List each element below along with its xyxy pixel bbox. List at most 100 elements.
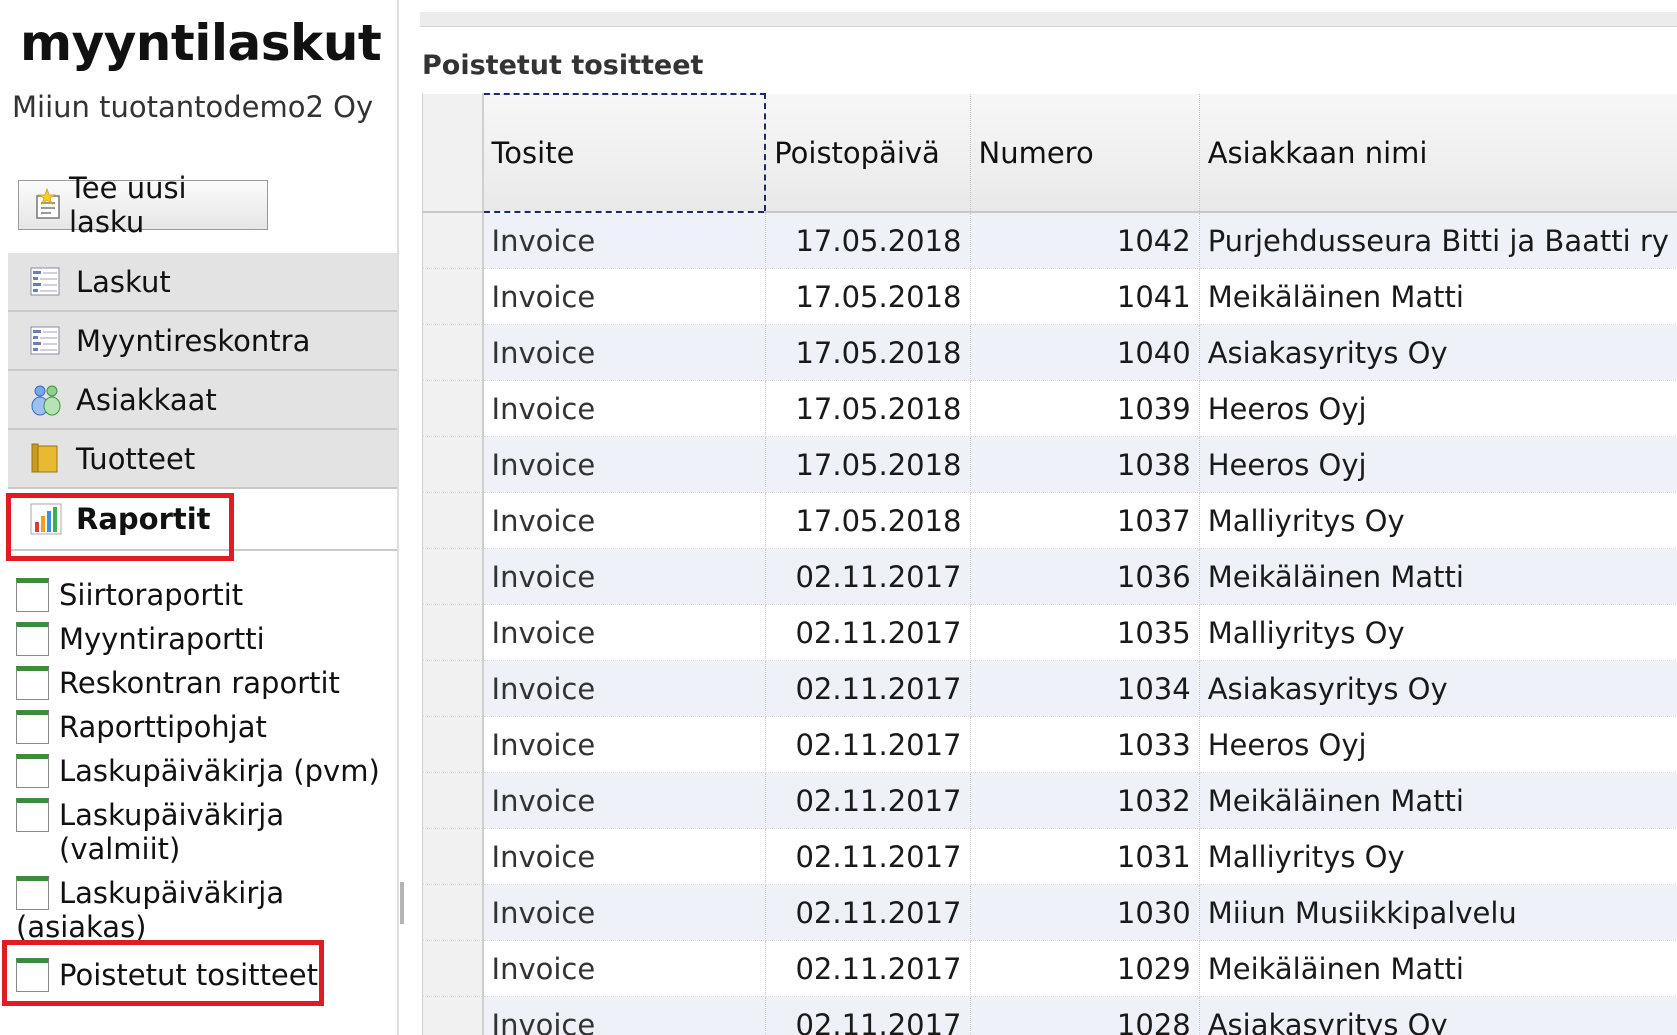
people-icon [28,382,64,418]
sidebar-divider [397,0,399,1035]
row-header-corner [423,94,484,213]
report-link[interactable]: Siirtoraportit [16,578,396,612]
table-row[interactable]: Invoice 02.11.2017 1034 Asiakasyritys Oy [423,660,1677,717]
report-link[interactable]: Raporttipohjat [16,710,396,744]
table-row[interactable]: Invoice 02.11.2017 1031 Malliyritys Oy [423,828,1677,885]
cell-numero: 1031 [970,828,1200,885]
table-row[interactable]: Invoice 17.05.2018 1042 Purjehdusseura Bitt… [423,212,1677,269]
column-header-poistopaiva[interactable]: Poistopäivä [765,94,971,213]
cell-numero: 1030 [970,884,1200,941]
cell-tosite: Invoice [482,996,766,1035]
cell-asiakkaan-nimi: Asiakasyritys Oy [1199,996,1677,1035]
column-header-numero[interactable]: Numero [970,94,1200,213]
nav-item-raportit[interactable]: Raportit [8,489,398,551]
row-selector[interactable] [423,380,484,437]
bar-chart-icon [28,501,64,537]
cell-numero: 1033 [970,716,1200,773]
table-row[interactable]: Invoice 17.05.2018 1038 Heeros Oyj [423,436,1677,493]
table-row[interactable]: Invoice 02.11.2017 1032 Meikäläinen Matti [423,772,1677,829]
table-row[interactable]: Invoice 17.05.2018 1041 Meikäläinen Matti [423,268,1677,325]
table-row[interactable]: Invoice 17.05.2018 1039 Heeros Oyj [423,380,1677,437]
row-selector[interactable] [423,604,484,661]
table-row[interactable]: Invoice 02.11.2017 1036 Meikäläinen Matti [423,548,1677,605]
report-link-label: Reskontran raportit [59,666,340,700]
page-title: Poistetut tositteet [422,50,704,81]
spreadsheet-icon [16,622,49,656]
table-row[interactable]: Invoice 02.11.2017 1035 Malliyritys Oy [423,604,1677,661]
report-link[interactable]: Laskupäiväkirja (valmiit) [16,798,396,866]
cell-poistopaiva: 17.05.2018 [765,492,971,549]
table-row[interactable]: Invoice 17.05.2018 1037 Malliyritys Oy [423,492,1677,549]
row-selector[interactable] [423,324,484,381]
cell-poistopaiva: 02.11.2017 [765,716,971,773]
row-selector[interactable] [423,996,484,1035]
row-selector[interactable] [423,212,484,269]
spreadsheet-icon [16,798,49,832]
report-link-label: Laskupäiväkirja (pvm) [59,754,380,788]
cell-poistopaiva: 02.11.2017 [765,828,971,885]
cell-tosite: Invoice [482,940,766,997]
report-link[interactable]: Poistetut tositteet [16,958,396,992]
row-selector[interactable] [423,828,484,885]
sidebar-resize-handle[interactable] [400,882,404,924]
cell-tosite: Invoice [482,828,766,885]
row-selector[interactable] [423,660,484,717]
new-document-icon [33,187,67,222]
row-selector[interactable] [423,884,484,941]
report-link[interactable]: Reskontran raportit [16,666,396,700]
row-selector[interactable] [423,268,484,325]
cell-numero: 1034 [970,660,1200,717]
cell-numero: 1032 [970,772,1200,829]
cell-asiakkaan-nimi: Malliyritys Oy [1199,492,1677,549]
cell-asiakkaan-nimi: Malliyritys Oy [1199,604,1677,661]
nav-item-tuotteet[interactable]: Tuotteet [8,430,398,489]
nav-item-label: Asiakkaat [76,382,217,417]
cell-asiakkaan-nimi: Miiun Musiikkipalvelu [1199,884,1677,941]
cell-asiakkaan-nimi: Meikäläinen Matti [1199,268,1677,325]
report-link[interactable]: Laskupäiväkirja (asiakas) [16,876,396,944]
cell-asiakkaan-nimi: Meikäläinen Matti [1199,772,1677,829]
row-selector[interactable] [423,548,484,605]
report-link[interactable]: Laskupäiväkirja (pvm) [16,754,396,788]
cell-poistopaiva: 02.11.2017 [765,604,971,661]
table-row[interactable]: Invoice 17.05.2018 1040 Asiakasyritys Oy [423,324,1677,381]
cell-numero: 1039 [970,380,1200,437]
cell-tosite: Invoice [482,492,766,549]
cell-numero: 1028 [970,996,1200,1035]
nav-item-myyntireskontra[interactable]: Myyntireskontra [8,312,398,371]
cell-asiakkaan-nimi: Malliyritys Oy [1199,828,1677,885]
cell-poistopaiva: 17.05.2018 [765,212,971,269]
report-link-label: Laskupäiväkirja (asiakas) [16,876,285,944]
table-row[interactable]: Invoice 02.11.2017 1028 Asiakasyritys Oy [423,996,1677,1035]
report-link-label: Laskupäiväkirja (valmiit) [59,798,285,866]
row-selector[interactable] [423,436,484,493]
table-row[interactable]: Invoice 02.11.2017 1033 Heeros Oyj [423,716,1677,773]
column-header-tosite[interactable]: Tosite [481,93,767,213]
cell-tosite: Invoice [482,380,766,437]
nav-item-laskut[interactable]: Laskut [8,253,398,312]
nav-item-asiakkaat[interactable]: Asiakkaat [8,371,398,430]
cell-tosite: Invoice [482,660,766,717]
header-row: Tosite Poistopäivä Numero Asiakkaan nimi [423,93,1677,213]
app-title: myyntilaskut [20,14,382,72]
cell-numero: 1035 [970,604,1200,661]
spreadsheet-icon [16,666,49,700]
new-invoice-label: Tee uusi lasku [69,171,187,239]
report-link[interactable]: Myyntiraportti [16,622,396,656]
cell-tosite: Invoice [482,268,766,325]
cell-tosite: Invoice [482,212,766,269]
new-invoice-button[interactable]: Tee uusi lasku [18,171,268,239]
nav-item-label: Raportit [76,502,211,536]
row-selector[interactable] [423,772,484,829]
row-selector[interactable] [423,716,484,773]
cell-tosite: Invoice [482,716,766,773]
cell-numero: 1037 [970,492,1200,549]
column-header-asiakkaan-nimi[interactable]: Asiakkaan nimi [1199,94,1677,213]
row-selector[interactable] [423,492,484,549]
nav-item-label: Tuotteet [76,441,196,476]
table-row[interactable]: Invoice 02.11.2017 1029 Meikäläinen Matti [423,940,1677,997]
cell-tosite: Invoice [482,772,766,829]
report-link-label: Siirtoraportit [59,578,244,612]
row-selector[interactable] [423,940,484,997]
table-row[interactable]: Invoice 02.11.2017 1030 Miiun Musiikkipalve… [423,884,1677,941]
